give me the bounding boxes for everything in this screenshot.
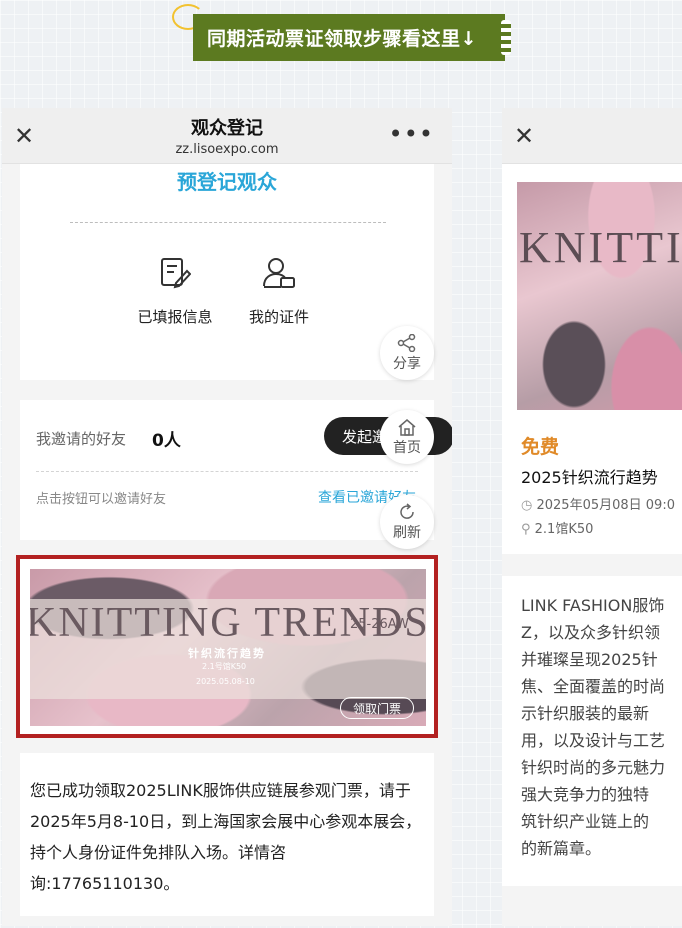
- banner-notch-decoration: [501, 20, 511, 55]
- page-title: 观众登记: [191, 118, 263, 139]
- event-poster-image: KNITTIN: [517, 182, 682, 410]
- more-menu-icon[interactable]: •••: [389, 120, 434, 148]
- activity-banner[interactable]: 同期活动票证领取步骤看这里↓: [193, 14, 511, 61]
- desc-line: 用，以及设计与工艺: [521, 731, 666, 750]
- desc-line: 筑针织产业链上的: [521, 812, 650, 831]
- ticket-season: 25-26AW: [350, 617, 409, 632]
- event-date: ◷ 2025年05月08日 09:0: [521, 494, 675, 513]
- ticket-notice-text: 您已成功领取2025LINK服饰供应链展参观门票，请于2025年5月8-10日，…: [30, 781, 422, 893]
- banner-text: 同期活动票证领取步骤看这里↓: [207, 28, 477, 50]
- webview-header: ✕: [502, 108, 682, 164]
- invite-count: 0人: [152, 431, 181, 451]
- ticket-cn-title: 针织流行趋势: [188, 647, 266, 660]
- share-icon: [397, 333, 416, 352]
- refresh-icon: [400, 502, 414, 519]
- desc-line: 示针织服装的最新: [521, 704, 650, 723]
- home-button[interactable]: 首页: [380, 410, 434, 464]
- clock-icon: ◷: [521, 498, 537, 513]
- form-edit-icon: [125, 256, 225, 292]
- filled-info-label: 已填报信息: [137, 308, 213, 326]
- ticket-date: 2025.05.08-10: [196, 677, 255, 686]
- share-button[interactable]: 分享: [380, 326, 434, 380]
- ticket-hall: 2.1号馆K50: [202, 662, 247, 671]
- refresh-label: 刷新: [393, 524, 421, 541]
- event-location: ⚲ 2.1馆K50: [521, 518, 593, 537]
- filled-info-button[interactable]: 已填报信息: [125, 256, 225, 327]
- notice-card: 您已成功领取2025LINK服饰供应链展参观门票，请于2025年5月8-10日，…: [20, 753, 434, 916]
- event-description: LINK FASHION服饰 Z，以及众多针织领 并璀璨呈现2025针 焦、全面…: [502, 576, 682, 886]
- desc-line: 并璀璨呈现2025针: [521, 650, 658, 669]
- event-name: 2025针织流行趋势: [521, 468, 658, 487]
- event-location-text: 2.1馆K50: [534, 522, 594, 537]
- home-label: 首页: [393, 439, 421, 456]
- invite-card: 我邀请的好友 0人 发起邀请 点击按钮可以邀请好友 查看已邀请好友: [20, 400, 452, 540]
- poster-title: KNITTIN: [519, 223, 682, 272]
- my-credentials-label: 我的证件: [248, 308, 309, 326]
- id-card-icon: [229, 256, 329, 292]
- share-label: 分享: [393, 355, 421, 372]
- my-credentials-button[interactable]: 我的证件: [229, 256, 329, 327]
- desc-line: LINK FASHION服饰: [521, 596, 665, 615]
- page-url: zz.lisoexpo.com: [175, 142, 279, 157]
- visitor-registration-panel: ✕ 观众登记 zz.lisoexpo.com ••• 预登记观众 已填报信息 我…: [2, 108, 452, 926]
- divider: [36, 471, 418, 472]
- divider: [70, 222, 386, 223]
- price-badge: 免费: [521, 436, 560, 458]
- claim-ticket-button[interactable]: 领取门票: [340, 697, 414, 719]
- ticket-banner-highlight[interactable]: KNITTING TRENDS 25-26AW 针织流行趋势 2.1号馆K50 …: [16, 555, 438, 738]
- knitting-trends-ticket-image[interactable]: KNITTING TRENDS 25-26AW 针织流行趋势 2.1号馆K50 …: [30, 569, 426, 726]
- close-icon[interactable]: ✕: [514, 122, 534, 150]
- refresh-button[interactable]: 刷新: [380, 495, 434, 549]
- event-card[interactable]: KNITTIN 免费 2025针织流行趋势 ◷ 2025年05月08日 09:0…: [502, 164, 682, 554]
- desc-line: Z，以及众多针织领: [521, 623, 660, 642]
- desc-line: 强大竞争力的独特: [521, 785, 650, 804]
- event-detail-panel: ✕ KNITTIN 免费 2025针织流行趋势 ◷ 2025年05月08日 09…: [502, 108, 682, 926]
- desc-line: 焦、全面覆盖的时尚: [521, 677, 666, 696]
- preregistration-title: 预登记观众: [177, 170, 277, 194]
- invite-hint: 点击按钮可以邀请好友: [36, 492, 167, 507]
- desc-line: 的新篇章。: [521, 839, 602, 858]
- registration-card: 预登记观众 已填报信息 我的证件: [20, 164, 434, 380]
- location-pin-icon: ⚲: [521, 522, 535, 537]
- invite-label: 我邀请的好友: [36, 430, 127, 448]
- event-date-text: 2025年05月08日 09:0: [536, 498, 675, 513]
- close-icon[interactable]: ✕: [14, 122, 34, 150]
- webview-header: ✕ 观众登记 zz.lisoexpo.com •••: [2, 108, 452, 164]
- desc-line: 针织时尚的多元魅力: [521, 758, 666, 777]
- home-icon: [398, 418, 416, 436]
